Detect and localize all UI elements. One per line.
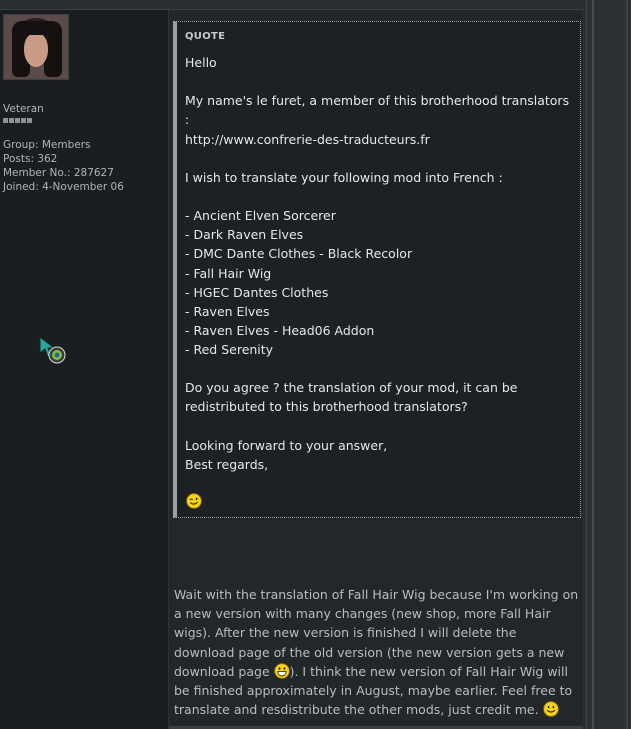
member-info: Group: Members Posts: 362 Member No.: 28… xyxy=(3,138,124,194)
reply-text: Wait with the translation of Fall Hair W… xyxy=(174,585,580,719)
author-sidebar: Veteran Group: Members Posts: 362 Member… xyxy=(0,10,169,729)
quote-line: Looking forward to your answer, xyxy=(185,438,388,453)
quote-label: QUOTE xyxy=(185,31,226,42)
mod-list-item: - Fall Hair Wig xyxy=(185,266,272,281)
online-status-icon xyxy=(39,335,66,364)
mod-list-item: - Raven Elves xyxy=(185,304,270,319)
avatar[interactable] xyxy=(3,14,69,80)
quote-line: Best regards, xyxy=(185,457,269,472)
quote-line: redistributed to this brotherhood transl… xyxy=(185,399,468,414)
quote-line: Do you agree ? the translation of your m… xyxy=(185,380,518,395)
quote-block: QUOTE Hello My name's le furet, a member… xyxy=(173,21,581,518)
quote-line: I wish to translate your following mod i… xyxy=(185,170,503,185)
rank-pips xyxy=(3,118,32,123)
wink-smiley-icon xyxy=(186,493,202,509)
mod-list-item: - Dark Raven Elves xyxy=(185,227,304,242)
quote-line: My name's le furet, a member of this bro… xyxy=(185,93,570,108)
grin-smiley-icon xyxy=(273,663,290,679)
quote-line: : xyxy=(185,112,190,127)
member-number: Member No.: 287627 xyxy=(3,167,114,179)
top-bar xyxy=(0,0,583,10)
mod-list-item: - Ancient Elven Sorcerer xyxy=(185,208,336,223)
smile-smiley-icon xyxy=(542,701,559,717)
member-rank: Veteran xyxy=(3,103,44,115)
translators-link[interactable]: http://www.confrerie-des-traducteurs.fr xyxy=(185,132,430,147)
mod-list-item: - Raven Elves - Head06 Addon xyxy=(185,323,375,338)
mod-list-item: - DMC Dante Clothes - Black Recolor xyxy=(185,246,413,261)
member-joined: Joined: 4-November 06 xyxy=(3,181,124,193)
mod-list-item: - HGEC Dantes Clothes xyxy=(185,285,329,300)
quote-line: Hello xyxy=(185,55,217,70)
mod-list-item: - Red Serenity xyxy=(185,342,274,357)
member-posts: Posts: 362 xyxy=(3,153,58,165)
page-scroll-rail[interactable] xyxy=(583,0,631,729)
member-group: Group: Members xyxy=(3,139,91,151)
